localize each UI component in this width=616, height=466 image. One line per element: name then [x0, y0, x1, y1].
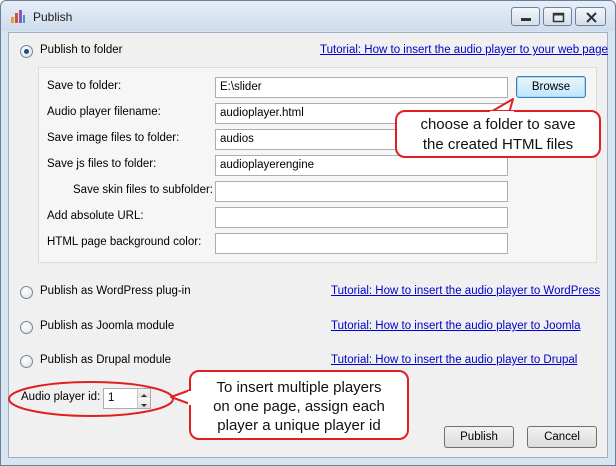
title-bar[interactable]: Publish — [1, 1, 615, 31]
tutorial-joomla-link[interactable]: Tutorial: How to insert the audio player… — [331, 320, 581, 332]
chart-bars-icon — [10, 9, 26, 23]
browse-callout: choose a folder to save the created HTML… — [395, 110, 601, 158]
radio-publish-joomla[interactable] — [20, 321, 33, 334]
publish-button[interactable]: Publish — [444, 426, 514, 448]
browse-tip-line-2: the created HTML files — [422, 136, 574, 153]
window-title: Publish — [33, 10, 73, 24]
maximize-button[interactable] — [543, 7, 572, 26]
radio-publish-wordpress[interactable] — [20, 286, 33, 299]
save-to-folder-input[interactable]: E:\slider — [215, 77, 508, 98]
skin-subfolder-input[interactable] — [215, 181, 508, 202]
close-button[interactable] — [575, 7, 606, 26]
publish-joomla-label[interactable]: Publish as Joomla module — [40, 320, 174, 332]
player-id-highlight-ellipse — [8, 381, 174, 417]
tutorial-web-page-link[interactable]: Tutorial: How to insert the audio player… — [320, 44, 608, 56]
cancel-button[interactable]: Cancel — [527, 426, 597, 448]
js-folder-input[interactable]: audioplayerengine — [215, 155, 508, 176]
publish-window: Publish Publish to folder Tutorial: How … — [0, 0, 616, 466]
save-to-folder-label: Save to folder: — [47, 80, 122, 92]
radio-publish-drupal[interactable] — [20, 355, 33, 368]
tutorial-wordpress-link[interactable]: Tutorial: How to insert the audio player… — [331, 285, 600, 297]
bg-color-label: HTML page background color: — [47, 236, 202, 248]
audio-filename-label: Audio player filename: — [47, 106, 161, 118]
player-id-tip-line-1: To insert multiple players — [216, 379, 382, 396]
bg-color-input[interactable] — [215, 233, 508, 254]
publish-folder-label[interactable]: Publish to folder — [40, 44, 122, 56]
minimize-icon — [521, 18, 531, 21]
browse-button[interactable]: Browse — [516, 76, 586, 98]
close-icon — [586, 12, 597, 23]
browse-tip-line-1: choose a folder to save — [420, 116, 576, 133]
player-id-callout: To insert multiple players on one page, … — [189, 370, 409, 440]
player-id-tip-line-3: player a unique player id — [217, 417, 381, 434]
minimize-button[interactable] — [511, 7, 540, 26]
absolute-url-input[interactable] — [215, 207, 508, 228]
skin-subfolder-label: Save skin files to subfolder: — [73, 184, 213, 196]
tutorial-drupal-link[interactable]: Tutorial: How to insert the audio player… — [331, 354, 577, 366]
radio-publish-folder[interactable] — [20, 45, 33, 58]
player-id-callout-pointer-mask — [188, 391, 193, 405]
publish-drupal-label[interactable]: Publish as Drupal module — [40, 354, 171, 366]
browse-callout-pointer-mask — [490, 111, 514, 115]
absolute-url-label: Add absolute URL: — [47, 210, 144, 222]
publish-wordpress-label[interactable]: Publish as WordPress plug-in — [40, 285, 191, 297]
image-folder-label: Save image files to folder: — [47, 132, 180, 144]
js-folder-label: Save js files to folder: — [47, 158, 157, 170]
maximize-icon — [552, 12, 565, 23]
player-id-tip-line-2: on one page, assign each — [213, 398, 385, 415]
